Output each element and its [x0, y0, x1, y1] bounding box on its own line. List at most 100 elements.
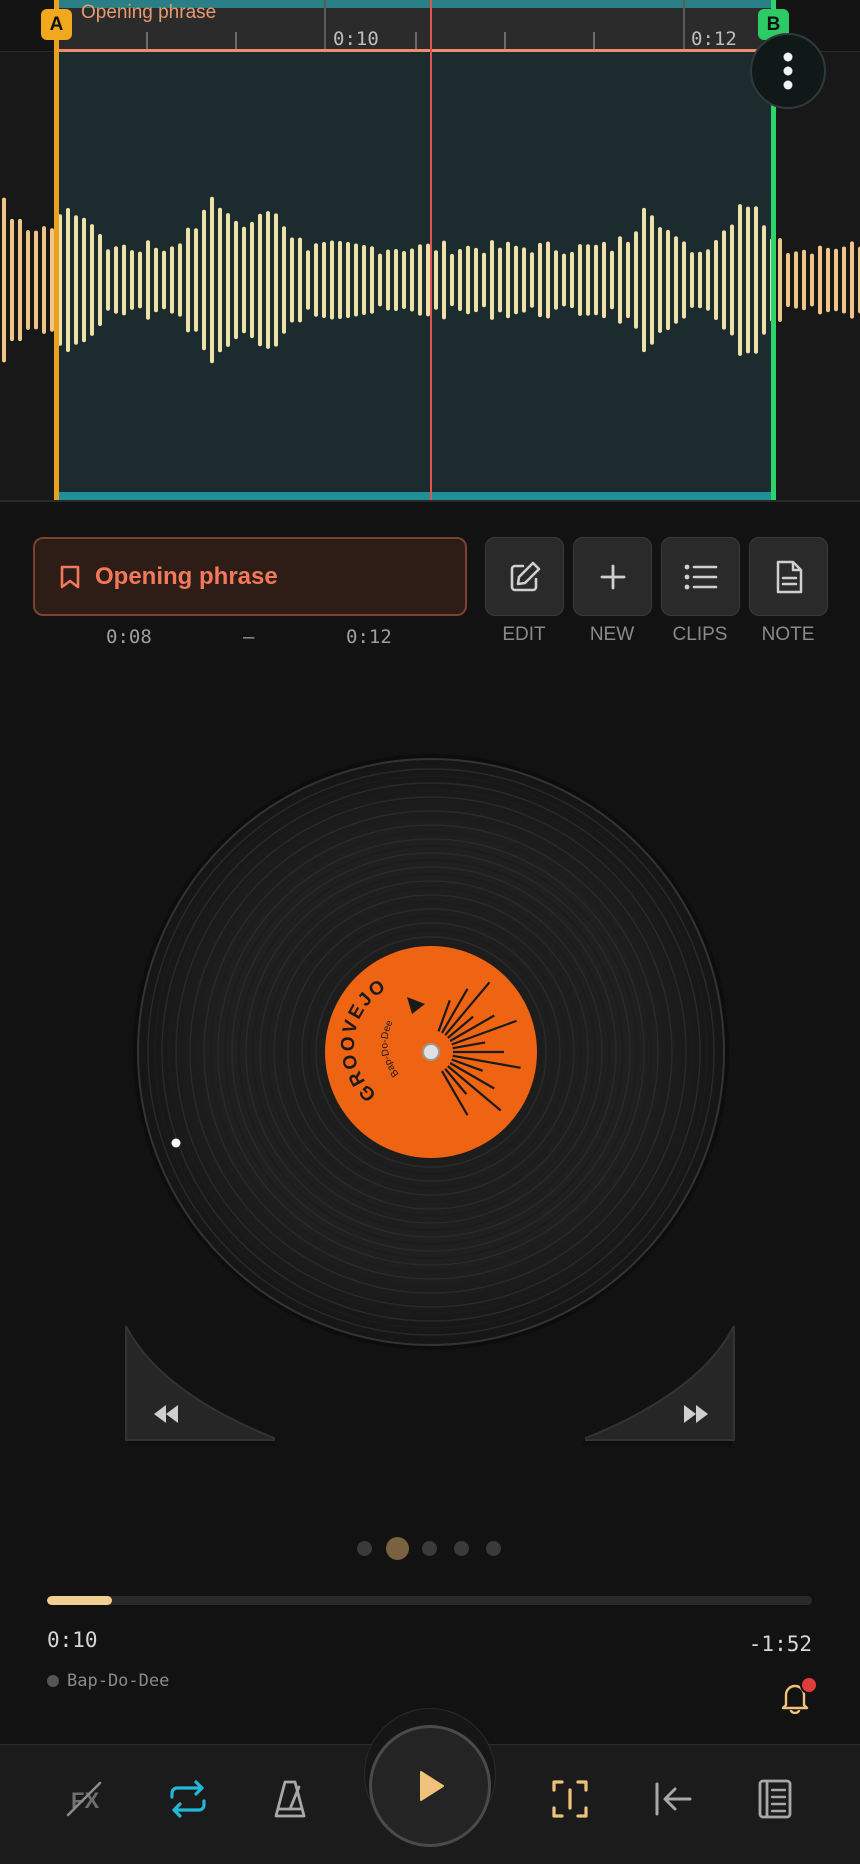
waveform-bar	[258, 213, 262, 347]
waveform-bar	[738, 204, 742, 356]
waveform-bar	[218, 207, 222, 353]
waveform-bar	[530, 252, 534, 308]
page-dot[interactable]	[357, 1541, 372, 1556]
waveform-bar	[434, 250, 438, 310]
elapsed-time: 0:10	[47, 1628, 98, 1652]
page-dot[interactable]	[454, 1541, 469, 1556]
waveform-bar	[794, 251, 798, 309]
waveform-bar	[170, 246, 174, 314]
waveform-bar	[474, 247, 478, 313]
waveform-bar	[666, 229, 670, 331]
clips-label: CLIPS	[672, 624, 728, 645]
loop-toggle-button[interactable]	[157, 1768, 219, 1830]
waveform-bar	[578, 244, 582, 316]
clip-end-time: 0:12	[346, 626, 392, 648]
waveform-bar	[202, 209, 206, 351]
list-icon	[684, 564, 717, 589]
loop-region-name: Opening phrase	[81, 2, 217, 23]
ruler-tick	[504, 32, 506, 50]
waveform-bar	[642, 207, 646, 353]
clip-name: Opening phrase	[95, 562, 278, 590]
waveform-bar	[418, 244, 422, 316]
waveform-bar	[130, 250, 134, 310]
waveform-bar	[162, 250, 166, 310]
new-label: NEW	[589, 624, 635, 645]
waveform-bar	[562, 253, 566, 307]
current-clip-chip[interactable]: Opening phrase	[33, 537, 467, 616]
skip-to-start-button[interactable]	[642, 1768, 704, 1830]
waveform-bar	[482, 252, 486, 308]
waveform-bar	[658, 227, 662, 333]
note-button[interactable]	[749, 537, 828, 616]
waveform-bar	[802, 249, 806, 311]
marker-a-handle[interactable]	[54, 0, 59, 500]
more-vertical-icon	[783, 52, 793, 90]
waveform-bar	[690, 252, 694, 308]
edit-clip-button[interactable]	[485, 537, 564, 616]
waveform-bar	[354, 243, 358, 317]
new-clip-button[interactable]	[573, 537, 652, 616]
clip-time-separator: –	[243, 626, 255, 648]
waveform-panel[interactable]: 0:10 0:12 A Opening phrase B	[0, 0, 860, 502]
select-range-button[interactable]	[539, 1768, 601, 1830]
marker-a-badge[interactable]: A	[41, 9, 72, 40]
metronome-button[interactable]	[259, 1768, 321, 1830]
page-dot-active[interactable]	[386, 1537, 409, 1560]
ruler-tick-major	[683, 0, 685, 52]
waveform-bar	[554, 250, 558, 310]
waveform-bar	[242, 226, 246, 334]
waveform-bar	[810, 253, 814, 307]
skip-to-start-icon	[655, 1782, 692, 1816]
fx-toggle-button[interactable]: FX	[53, 1768, 115, 1830]
more-options-button[interactable]	[750, 33, 826, 109]
waveform-bar	[26, 230, 30, 330]
vinyl-turntable[interactable]: GROOVEJOG Bap-Do-Dee	[131, 752, 731, 1352]
waveform-bar	[178, 243, 182, 317]
track-name[interactable]: Bap-Do-Dee	[47, 1671, 169, 1691]
waveform-bar	[602, 241, 606, 319]
waveform-bar	[570, 251, 574, 309]
plus-icon	[600, 564, 625, 589]
waveform-bar	[842, 246, 846, 314]
page-dot[interactable]	[486, 1541, 501, 1556]
waveform-bar	[106, 249, 110, 311]
waveform-bar	[466, 245, 470, 315]
playback-progress-bar[interactable]	[47, 1596, 812, 1605]
play-button[interactable]	[369, 1725, 491, 1847]
metronome-icon	[274, 1780, 306, 1818]
waveform-bar	[442, 240, 446, 320]
notes-button[interactable]	[744, 1768, 806, 1830]
remaining-time: -1:52	[748, 1632, 812, 1656]
nudge-forward-button[interactable]	[580, 1322, 740, 1448]
waveform-bar	[266, 211, 270, 349]
waveform-bar	[66, 207, 70, 353]
clips-list-button[interactable]	[661, 537, 740, 616]
nudge-back-button[interactable]	[120, 1322, 280, 1448]
waveform-bar	[610, 250, 614, 310]
waveform-bar	[698, 251, 702, 309]
ab-range-line	[56, 49, 773, 52]
edit-label: EDIT	[502, 624, 546, 645]
ruler-tick	[593, 32, 595, 50]
page-dot[interactable]	[422, 1541, 437, 1556]
waveform-bar	[722, 230, 726, 330]
waveform-bar	[74, 215, 78, 345]
waveform-bar	[594, 244, 598, 316]
waveform-bar	[586, 244, 590, 316]
waveform-bar	[146, 240, 150, 320]
repeat-icon	[170, 1780, 206, 1818]
waveform-bar	[754, 206, 758, 354]
playhead[interactable]	[430, 0, 432, 500]
waveform-bar	[250, 221, 254, 339]
waveform-bar	[234, 220, 238, 340]
waveform-bar	[730, 224, 734, 336]
waveform-bar	[2, 197, 6, 363]
ruler-label: 0:12	[691, 28, 737, 50]
ruler-tick	[415, 32, 417, 50]
waveform-bar	[746, 206, 750, 354]
ruler-tick	[235, 32, 237, 50]
waveform-bar	[498, 247, 502, 313]
waveform-bar	[762, 225, 766, 335]
waveform-bar	[122, 244, 126, 316]
waveform-bar	[194, 228, 198, 332]
